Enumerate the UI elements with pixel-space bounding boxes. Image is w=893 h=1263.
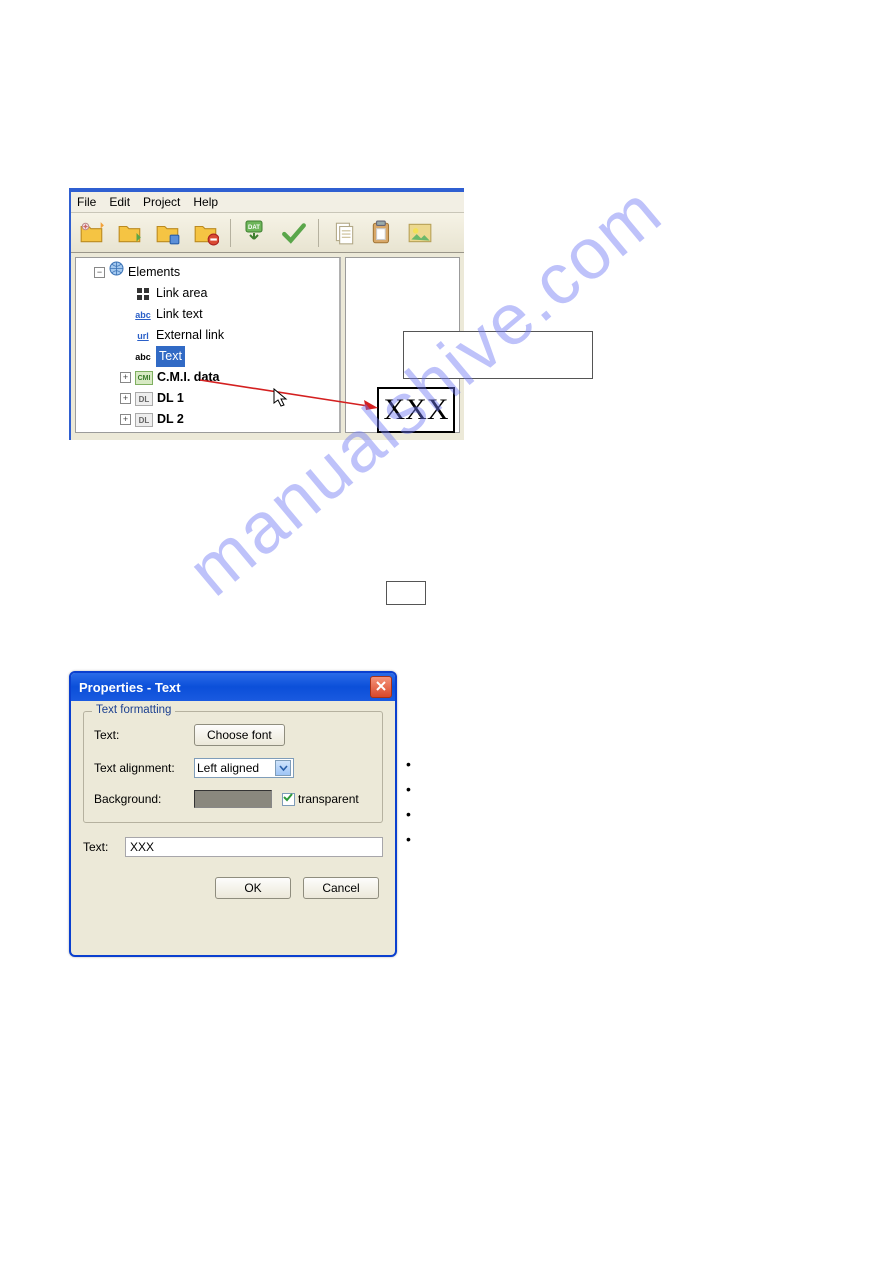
tree-item-label-selected: Text [156,346,185,367]
check-icon [283,792,294,806]
tree-item-label: Link text [156,304,203,325]
transparent-label: transparent [298,792,359,806]
tree: − Elements Link area abc Link text [76,258,339,433]
tree-item-cmi-data[interactable]: + CMI C.M.I. data [80,367,335,388]
expand-icon[interactable]: + [120,393,131,404]
abc-link-icon: abc [134,308,152,322]
dl-icon: DL [135,392,153,406]
expand-icon[interactable]: + [120,414,131,425]
dialog-buttons: OK Cancel [83,877,383,899]
toolbar-separator [318,219,320,247]
expand-icon[interactable]: + [120,372,131,383]
tree-item-link-area[interactable]: Link area [80,283,335,304]
text-placeholder-box: XXX [377,387,455,433]
dialog-title: Properties - Text [79,680,181,695]
bullet-list [406,752,421,852]
text-input[interactable] [125,837,383,857]
alignment-select[interactable]: Left aligned [194,758,294,778]
list-item [406,777,421,802]
dialog-body: Text formatting Text: Choose font Text a… [71,701,395,907]
tree-panel: − Elements Link area abc Link text [75,257,341,433]
placeholder-rectangle [403,331,593,379]
close-button[interactable] [370,676,392,698]
menu-project[interactable]: Project [143,195,180,209]
text-label: Text: [94,728,184,742]
menu-help[interactable]: Help [193,195,218,209]
row-alignment: Text alignment: Left aligned [94,758,372,778]
link-area-icon [134,287,152,301]
toolbar-folder-open-icon[interactable] [113,218,147,248]
row-font: Text: Choose font [94,724,372,746]
tree-item-external-link[interactable]: url External link [80,325,335,346]
toolbar: DAT [71,213,464,253]
background-label: Background: [94,792,184,806]
svg-text:DAT: DAT [248,225,260,231]
dialog-titlebar[interactable]: Properties - Text [71,673,395,701]
tree-item-label: C.M.I. data [157,367,220,388]
ok-button[interactable]: OK [215,877,291,899]
transparent-checkbox[interactable] [282,793,295,806]
toolbar-separator [230,219,232,247]
toolbar-folder-delete-icon[interactable] [189,218,223,248]
tree-item-text[interactable]: abc Text [80,346,335,367]
alignment-value: Left aligned [197,761,259,775]
choose-font-button[interactable]: Choose font [194,724,285,746]
fieldset-legend: Text formatting [92,704,175,716]
tree-item-link-text[interactable]: abc Link text [80,304,335,325]
dl-icon: DL [135,413,153,427]
toolbar-paste-icon[interactable] [365,218,399,248]
close-icon [375,680,387,695]
chevron-down-icon [275,760,291,776]
tree-item-label: DL 1 [157,388,184,409]
placeholder-text: XXX [384,393,449,427]
tree-item-dl2[interactable]: + DL DL 2 [80,409,335,430]
tree-item-dl1[interactable]: + DL DL 1 [80,388,335,409]
text-formatting-fieldset: Text formatting Text: Choose font Text a… [83,711,383,823]
tree-item-label: DL 2 [157,409,184,430]
menu-edit[interactable]: Edit [109,195,130,209]
small-placeholder-rectangle [386,581,426,605]
text-input-label: Text: [83,840,115,854]
list-item [406,802,421,827]
list-item [406,827,421,852]
tree-root[interactable]: − Elements [80,261,335,283]
tree-item-label: Link area [156,283,207,304]
menu-file[interactable]: File [77,195,96,209]
cancel-button[interactable]: Cancel [303,877,379,899]
menubar: File Edit Project Help [71,192,464,213]
tree-item-label: External link [156,325,224,346]
alignment-label: Text alignment: [94,761,184,775]
toolbar-folder-save-icon[interactable] [151,218,185,248]
list-item [406,752,421,777]
cmi-icon: CMI [135,371,153,385]
toolbar-folder-new-icon[interactable] [75,218,109,248]
toolbar-check-icon[interactable] [277,218,311,248]
globe-icon [109,261,124,283]
collapse-icon[interactable]: − [94,267,105,278]
url-icon: url [134,329,152,343]
background-color-swatch[interactable] [194,790,272,808]
abc-icon: abc [134,350,152,364]
row-background: Background: transparent [94,790,372,808]
toolbar-dat-export-icon[interactable]: DAT [239,218,273,248]
properties-dialog: Properties - Text Text formatting Text: … [69,671,397,957]
tree-root-label: Elements [128,262,180,283]
row-text-input: Text: [83,837,383,857]
toolbar-copy-icon[interactable] [327,218,361,248]
toolbar-image-icon[interactable] [403,218,437,248]
